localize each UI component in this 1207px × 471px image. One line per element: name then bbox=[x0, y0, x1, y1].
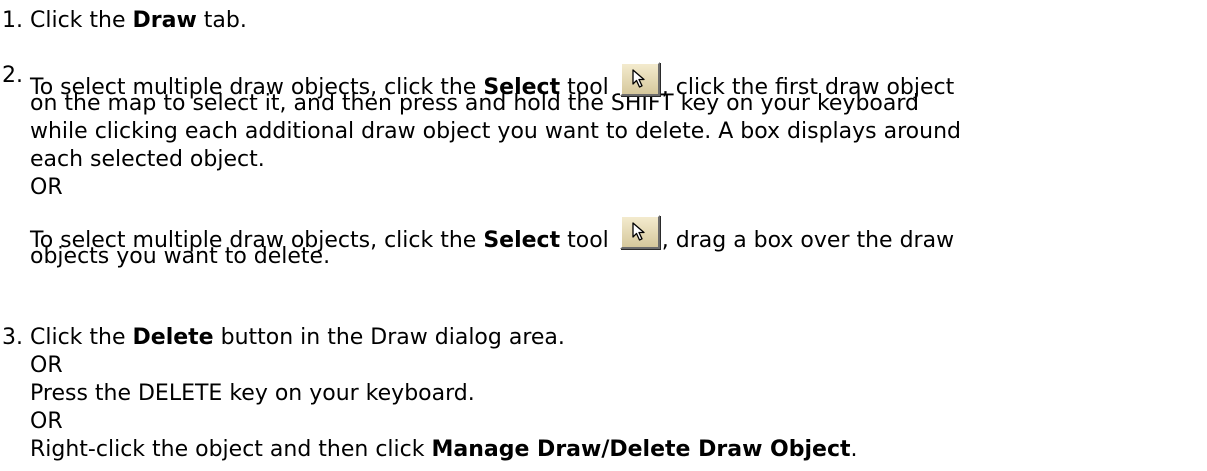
text-run: OR bbox=[30, 353, 63, 378]
ui-term: Manage Draw/Delete Draw Object bbox=[431, 437, 851, 462]
text-line: Press the DELETE key on your keyboard. bbox=[30, 380, 1190, 408]
text-line: Click the Draw tab. bbox=[30, 7, 1190, 35]
text-line: Click the Delete button in the Draw dial… bbox=[30, 324, 1190, 352]
text-run: Press the DELETE key on your keyboard. bbox=[30, 381, 475, 406]
step-text: Click the Draw tab. bbox=[30, 7, 1190, 35]
step-text: Click the Delete button in the Draw dial… bbox=[30, 324, 1190, 464]
text-run: Click the bbox=[30, 8, 133, 33]
text-run: on the map to select it, and then press … bbox=[30, 91, 919, 116]
ui-term: Select bbox=[483, 228, 561, 253]
text-run: objects you want to delete. bbox=[30, 244, 331, 269]
text-run: button in the Draw dialog area. bbox=[213, 325, 565, 350]
text-line: To select multiple draw objects, click t… bbox=[30, 215, 1190, 253]
text-run: tool bbox=[560, 228, 616, 253]
text-line: each selected object. bbox=[30, 146, 1190, 174]
step-number: 3. bbox=[2, 325, 23, 350]
step-number: 1. bbox=[2, 8, 23, 33]
text-line: OR bbox=[30, 408, 1190, 436]
text-run: OR bbox=[30, 409, 63, 434]
text-run: each selected object. bbox=[30, 147, 265, 172]
text-run: while clicking each additional draw obje… bbox=[30, 119, 961, 144]
step-text: To select multiple draw objects, click t… bbox=[30, 62, 1190, 202]
text-run: . bbox=[850, 437, 858, 462]
text-line: OR bbox=[30, 174, 1190, 202]
ui-term: Delete bbox=[132, 325, 214, 350]
text-run: , drag a box over the draw bbox=[661, 228, 955, 253]
text-line: while clicking each additional draw obje… bbox=[30, 118, 1190, 146]
ui-term: Draw bbox=[132, 8, 197, 33]
text-run: OR bbox=[30, 175, 63, 200]
select-arrow-icon bbox=[632, 222, 645, 241]
text-run: Right-click the object and then click bbox=[30, 437, 432, 462]
select-tool-button[interactable] bbox=[619, 215, 660, 249]
step-number: 2. bbox=[2, 63, 23, 88]
select-tool-button[interactable] bbox=[619, 62, 660, 96]
text-line: on the map to select it, and then press … bbox=[30, 90, 1190, 118]
text-run: Click the bbox=[30, 325, 133, 350]
text-run: tab. bbox=[196, 8, 247, 33]
select-arrow-icon bbox=[632, 69, 645, 88]
text-line: OR bbox=[30, 352, 1190, 380]
text-line: To select multiple draw objects, click t… bbox=[30, 62, 1190, 100]
text-line: Right-click the object and then click Ma… bbox=[30, 436, 1190, 464]
step-text: To select multiple draw objects, click t… bbox=[30, 215, 1190, 271]
